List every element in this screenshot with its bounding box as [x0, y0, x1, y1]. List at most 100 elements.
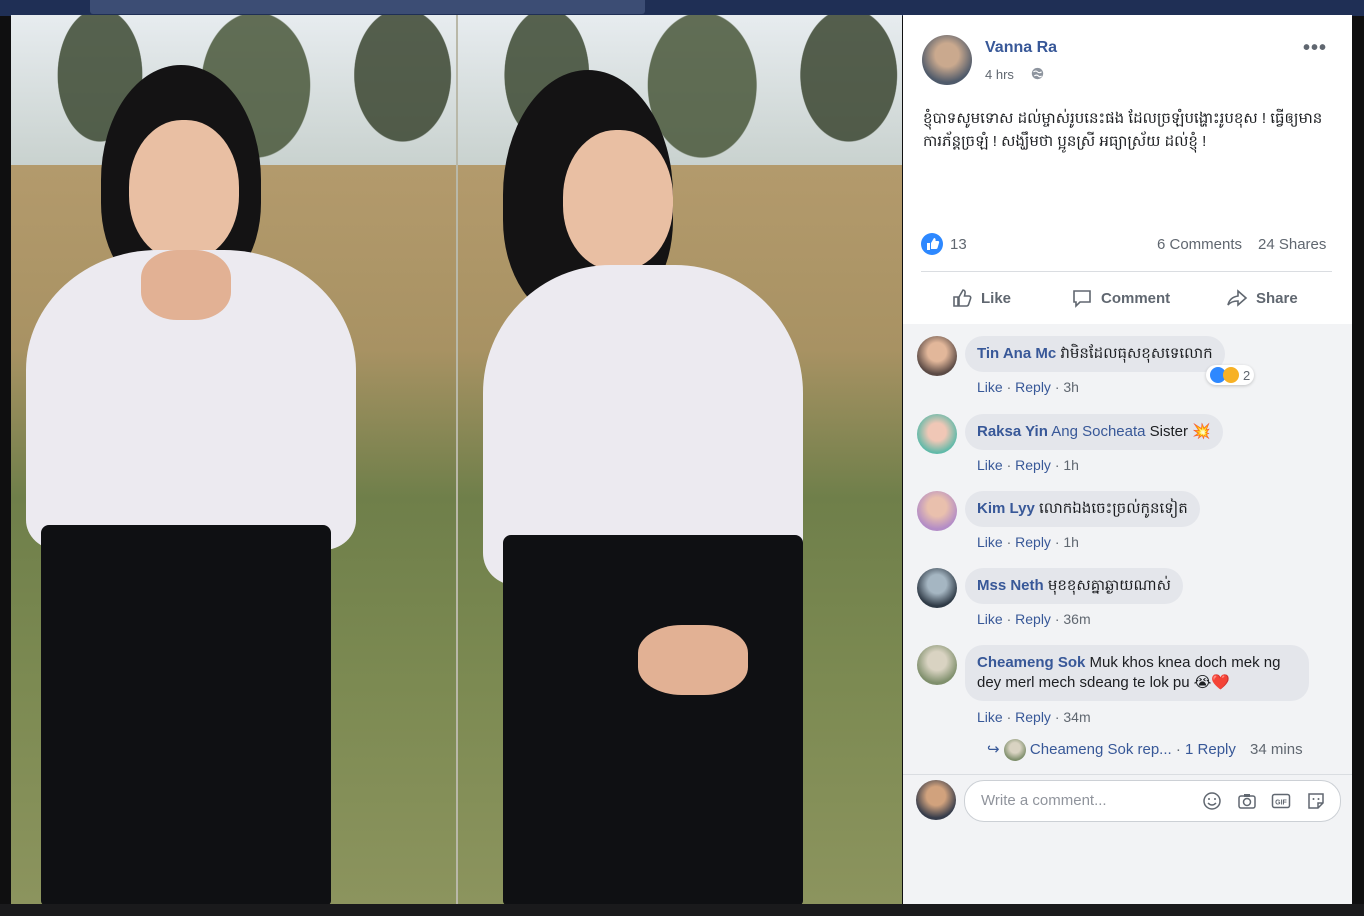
separator: ·	[1175, 740, 1181, 758]
search-bar[interactable]	[90, 0, 645, 14]
reply-time: 34 mins	[1250, 740, 1303, 758]
share-button[interactable]: Share	[1226, 280, 1298, 316]
separator: ·	[1006, 379, 1012, 395]
comment-like-link[interactable]: Like	[977, 457, 1003, 473]
reaction-count: 2	[1243, 367, 1251, 383]
comment-like-link[interactable]: Like	[977, 611, 1003, 627]
comment-time[interactable]: 1h	[1063, 534, 1079, 550]
commenter-name[interactable]: Mss Neth	[977, 577, 1044, 594]
mention-link[interactable]: Ang Socheata	[1051, 423, 1145, 440]
separator: ·	[1054, 534, 1060, 550]
post-stats: 13 6 Comments 24 Shares	[921, 233, 1332, 259]
replier-name[interactable]: Cheameng Sok rep...	[1030, 741, 1172, 758]
comment-reply-link[interactable]: Reply	[1015, 709, 1051, 725]
separator: ·	[1054, 611, 1060, 627]
commenter-avatar[interactable]	[917, 568, 957, 608]
post-panel: Vanna Ra 4 hrs ••• ខ្ញុំបាទសូមទោស ដល់ម្ច…	[903, 15, 1352, 906]
commenter-avatar[interactable]	[917, 491, 957, 531]
comment-reply-link[interactable]: Reply	[1015, 379, 1051, 395]
commenter-avatar[interactable]	[917, 336, 957, 376]
comments-count[interactable]: 6 Comments	[1157, 236, 1242, 253]
post-time[interactable]: 4 hrs	[985, 67, 1014, 82]
more-options-icon[interactable]: •••	[1303, 37, 1327, 60]
photo-right-half	[458, 15, 902, 905]
camera-icon[interactable]	[1237, 791, 1257, 811]
svg-text:GIF: GIF	[1275, 800, 1287, 807]
comment-label: Comment	[1101, 289, 1171, 307]
bottom-chat-bar	[0, 904, 1364, 916]
commenter-name[interactable]: Tin Ana Mc	[977, 345, 1056, 362]
comment-text: Sister 💥	[1149, 423, 1211, 440]
shares-count[interactable]: 24 Shares	[1258, 236, 1326, 253]
commenter-name[interactable]: Cheameng Sok	[977, 654, 1085, 671]
hands	[638, 625, 748, 695]
separator: ·	[1006, 457, 1012, 473]
separator: ·	[1006, 709, 1012, 725]
hands	[141, 250, 231, 320]
comment-reply-link[interactable]: Reply	[1015, 534, 1051, 550]
comment-text: លោកឯងចេះច្រល់កូនទៀត	[1038, 500, 1188, 517]
gif-icon[interactable]: GIF	[1271, 791, 1291, 811]
comment-button[interactable]: Comment	[1071, 280, 1170, 316]
comment-icon	[1073, 290, 1091, 308]
comment-time[interactable]: 3h	[1063, 379, 1079, 395]
comment-reply-link[interactable]: Reply	[1015, 457, 1051, 473]
comment-like-link[interactable]: Like	[977, 379, 1003, 395]
post-actions: Like Comment Share	[921, 280, 1332, 316]
comment-meta: Like · Reply · 1h	[977, 457, 1079, 473]
my-avatar[interactable]	[916, 780, 956, 820]
author-name[interactable]: Vanna Ra	[985, 39, 1057, 57]
separator: ·	[1006, 534, 1012, 550]
sticker-icon[interactable]	[1306, 791, 1326, 811]
commenter-avatar[interactable]	[917, 414, 957, 454]
comment-time[interactable]: 36m	[1063, 611, 1090, 627]
separator: ·	[1054, 457, 1060, 473]
separator: ·	[1054, 709, 1060, 725]
comment-bubble: Mss Neth មុខខុសគ្នាឆ្ងាយណាស់	[965, 568, 1183, 604]
emoji-icon[interactable]	[1202, 791, 1222, 811]
reply-count[interactable]: 1 Reply	[1185, 741, 1236, 758]
like-count[interactable]: 13	[950, 236, 967, 253]
comments-section: Tin Ana Mc វាមិនដែលធុសខុសទេលោក 2 Like · …	[903, 324, 1352, 774]
comment-meta: Like · Reply · 34m	[977, 709, 1091, 725]
comment-placeholder: Write a comment...	[981, 792, 1107, 809]
commenter-avatar[interactable]	[917, 645, 957, 685]
divider	[921, 271, 1332, 272]
comment-reply-link[interactable]: Reply	[1015, 611, 1051, 627]
comment-meta: Like · Reply · 3h	[977, 379, 1079, 395]
commenter-name[interactable]: Raksa Yin	[977, 423, 1048, 440]
haha-reaction-icon	[1223, 367, 1239, 383]
comment-like-link[interactable]: Like	[977, 534, 1003, 550]
comment-text: មុខខុសគ្នាឆ្ងាយណាស់	[1047, 577, 1171, 594]
comment-bubble: Kim Lyy លោកឯងចេះច្រល់កូនទៀត	[965, 491, 1200, 527]
face	[563, 130, 673, 270]
post-text: ខ្ញុំបាទសូមទោស ដល់ម្ចាស់រូបនេះផង ដែលច្រឡ…	[923, 110, 1323, 150]
view-replies-link[interactable]: ↪ Cheameng Sok rep... · 1 Reply 34 mins	[987, 739, 1347, 761]
comment-time[interactable]: 34m	[1063, 709, 1090, 725]
face	[129, 120, 239, 260]
comment-time[interactable]: 1h	[1063, 457, 1079, 473]
comment-bubble: Cheameng Sok Muk khos knea doch mek ng d…	[965, 645, 1309, 701]
comment-bubble: Raksa Yin Ang Socheata Sister 💥	[965, 414, 1223, 450]
like-reaction-icon[interactable]	[921, 233, 943, 255]
skirt	[503, 535, 803, 905]
comment-like-link[interactable]: Like	[977, 709, 1003, 725]
skirt	[41, 525, 331, 905]
comment-input[interactable]: Write a comment... GIF	[964, 780, 1341, 822]
write-comment-area: Write a comment... GIF	[903, 774, 1352, 906]
photo-left-half	[11, 15, 456, 905]
globe-icon	[1031, 67, 1044, 80]
thumbs-up-icon	[953, 289, 972, 307]
like-button[interactable]: Like	[951, 280, 1011, 316]
author-avatar[interactable]	[922, 35, 972, 85]
replier-avatar	[1003, 739, 1026, 761]
separator: ·	[1006, 611, 1012, 627]
comment-meta: Like · Reply · 36m	[977, 611, 1091, 627]
reaction-badge[interactable]: 2	[1206, 365, 1255, 385]
comment-bubble: Tin Ana Mc វាមិនដែលធុសខុសទេលោក	[965, 336, 1225, 372]
commenter-name[interactable]: Kim Lyy	[977, 500, 1035, 517]
share-label: Share	[1256, 289, 1298, 307]
like-label: Like	[981, 289, 1012, 307]
post-photo[interactable]	[11, 15, 902, 905]
comment-text: វាមិនដែលធុសខុសទេលោក	[1060, 345, 1213, 362]
